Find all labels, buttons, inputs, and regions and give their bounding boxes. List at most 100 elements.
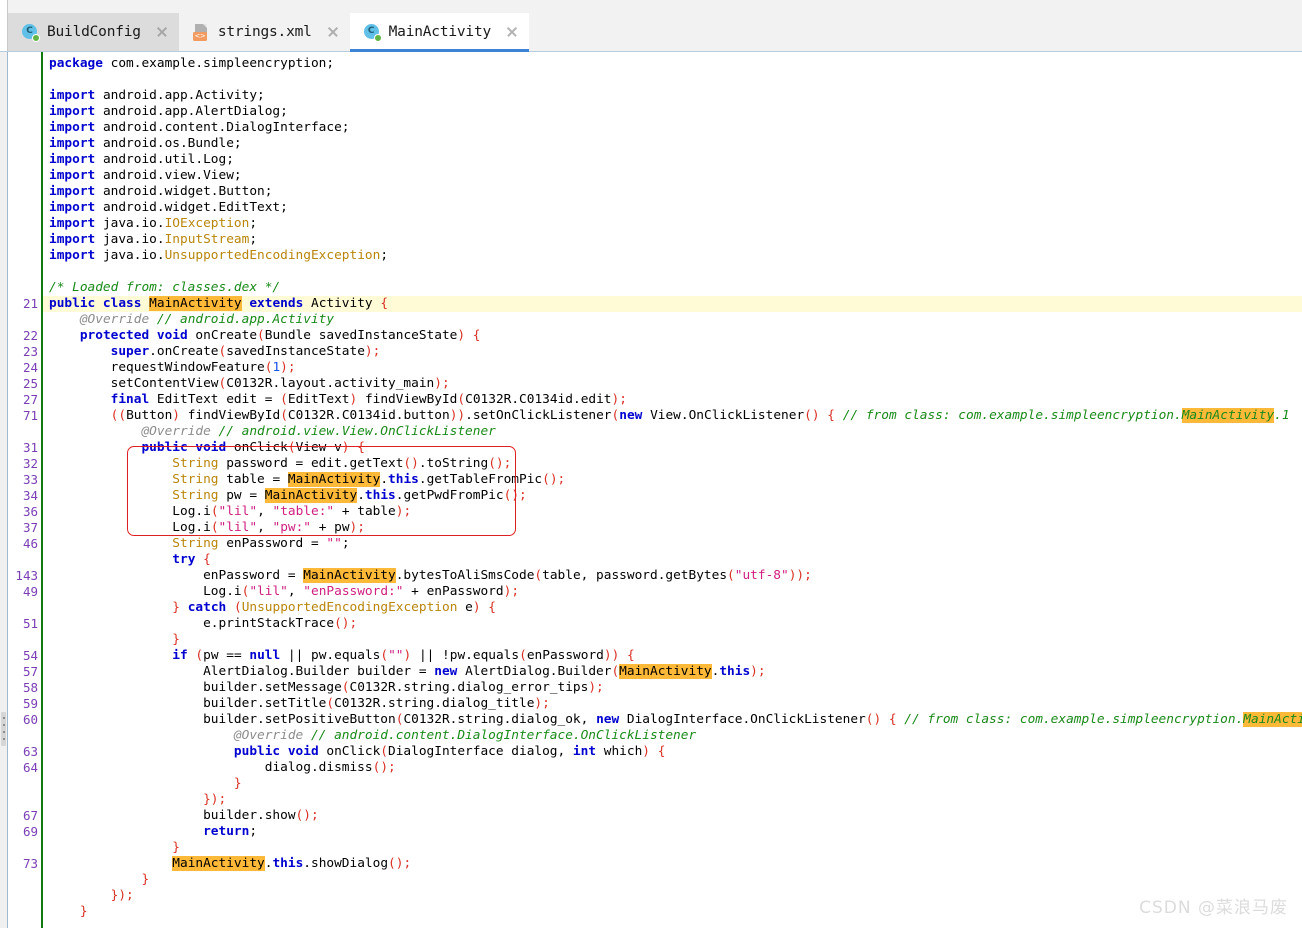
line-number-blank: [8, 72, 41, 88]
code-line: String enPassword = "";: [172, 536, 350, 551]
code-line: }: [172, 632, 180, 647]
code-line: import android.widget.Button;: [49, 184, 273, 199]
ide-editor-window: C BuildConfig <> strings.xml C MainActivity 2…: [0, 0, 1302, 928]
search-highlight: MainActivity: [1243, 712, 1302, 727]
code-content-area[interactable]: package com.example.simpleencryption; im…: [43, 52, 1302, 928]
editor-left-strip: [0, 52, 8, 928]
line-number: 33: [22, 472, 38, 487]
editor-tab-bar: C BuildConfig <> strings.xml C MainActivity: [0, 0, 1302, 52]
line-number-blank: [8, 264, 41, 280]
line-number: 22: [22, 328, 38, 343]
line-number: 46: [22, 536, 38, 551]
code-line: requestWindowFeature(1);: [110, 360, 296, 375]
line-number-blank: [8, 88, 41, 104]
code-line: import java.io.InputStream;: [49, 232, 258, 247]
line-number-blank: [8, 184, 41, 200]
search-highlight: MainActivity: [264, 488, 358, 503]
line-number: 63: [22, 744, 38, 759]
line-number: 25: [22, 376, 38, 391]
close-icon[interactable]: [505, 25, 519, 39]
line-number-blank: [8, 200, 41, 216]
code-line: import android.app.Activity;: [49, 88, 265, 103]
code-line: if (pw == null || pw.equals("") || !pw.e…: [172, 648, 635, 663]
code-line: });: [110, 888, 134, 903]
line-number-blank: [8, 552, 41, 568]
code-line: import android.view.View;: [49, 168, 242, 183]
line-number: 34: [22, 488, 38, 503]
xml-file-icon: <>: [192, 23, 210, 41]
code-line: public class MainActivity extends Activi…: [43, 296, 1302, 312]
line-number-blank: [8, 216, 41, 232]
code-line: import android.util.Log;: [49, 152, 234, 167]
code-line: protected void onCreate(Bundle savedInst…: [79, 328, 481, 343]
line-number-blank: [8, 600, 41, 616]
line-number: 69: [22, 824, 38, 839]
code-line: package com.example.simpleencryption;: [49, 56, 335, 71]
line-number-blank: [8, 232, 41, 248]
line-number-gutter[interactable]: 21 22 23 24 25 27 71 31 32 33 34 36 37 46 143 49 51 …: [8, 52, 41, 928]
line-number-blank: [8, 104, 41, 120]
line-number-blank: [8, 888, 41, 904]
line-number-blank: [8, 632, 41, 648]
line-number-blank: [8, 904, 41, 920]
editor-tab-strings-xml[interactable]: <> strings.xml: [179, 13, 350, 51]
code-line: enPassword = MainActivity.bytesToAliSmsC…: [203, 568, 812, 583]
code-line: });: [203, 792, 227, 807]
code-line: Log.i("lil", "table:" + table);: [172, 504, 412, 519]
editor-tab-buildconfig[interactable]: C BuildConfig: [8, 13, 179, 51]
line-number-blank: [8, 280, 41, 296]
line-number-blank: [8, 168, 41, 184]
code-line: @Override // android.view.View.OnClickLi…: [141, 424, 496, 439]
line-number-blank: [8, 728, 41, 744]
tab-bar-left-padding: [0, 0, 8, 51]
editor-tab-mainactivity[interactable]: C MainActivity: [349, 13, 530, 52]
code-line: @Override // android.content.DialogInter…: [233, 728, 697, 743]
code-line: }: [141, 872, 150, 887]
line-number: 60: [22, 712, 38, 727]
line-number-blank: [8, 56, 41, 72]
line-number-blank: [8, 248, 41, 264]
search-highlight: MainActivity: [303, 568, 396, 583]
editor-tab-label: MainActivity: [388, 24, 492, 40]
search-highlight: MainActivity: [1181, 408, 1275, 423]
line-number-blank: [8, 776, 41, 792]
code-line: import android.content.DialogInterface;: [49, 120, 350, 135]
line-number-blank: [8, 136, 41, 152]
code-line: builder.setTitle(C0132R.string.dialog_ti…: [203, 696, 550, 711]
line-number: 21: [22, 296, 38, 311]
code-line: ((Button) findViewById(C0132R.C0134id.bu…: [110, 408, 1290, 423]
line-number-blank: [8, 840, 41, 856]
splitter-grip-handle[interactable]: [1, 712, 6, 746]
code-line: super.onCreate(savedInstanceState);: [110, 344, 381, 359]
code-line: setContentView(C0132R.layout.activity_ma…: [110, 376, 450, 391]
code-line: String password = edit.getText().toStrin…: [172, 456, 512, 471]
code-line: import java.io.IOException;: [49, 216, 258, 231]
code-line: }: [172, 840, 180, 855]
code-line: public void onClick(View v) {: [141, 440, 365, 455]
line-number: 27: [22, 392, 38, 407]
code-line: import android.os.Bundle;: [49, 136, 242, 151]
editor-tab-label: strings.xml: [217, 24, 312, 40]
search-highlight: MainActivity: [172, 856, 265, 871]
line-number: 51: [22, 616, 38, 631]
line-number: 37: [22, 520, 38, 535]
editor-tab-label: BuildConfig: [47, 24, 141, 40]
line-number: 36: [22, 504, 38, 519]
line-number: 54: [22, 648, 38, 663]
java-class-icon: C: [363, 23, 382, 42]
code-line: String pw = MainActivity.this.getPwdFrom…: [172, 488, 527, 503]
code-line: Log.i("lil", "enPassword:" + enPassword)…: [203, 584, 520, 599]
code-line: Log.i("lil", "pw:" + pw);: [172, 520, 365, 535]
code-line: import android.app.AlertDialog;: [49, 104, 288, 119]
code-line: dialog.dismiss();: [264, 760, 396, 775]
code-line: e.printStackTrace();: [203, 616, 358, 631]
code-line: MainActivity.this.showDialog();: [172, 856, 412, 871]
close-icon[interactable]: [155, 25, 169, 39]
close-icon[interactable]: [326, 25, 340, 39]
line-number: 73: [22, 856, 38, 871]
code-line: builder.setPositiveButton(C0132R.string.…: [43, 712, 1302, 728]
code-line: try {: [172, 552, 211, 567]
code-line: import java.io.UnsupportedEncodingExcept…: [49, 248, 389, 263]
code-line: String table = MainActivity.this.getTabl…: [172, 472, 566, 487]
